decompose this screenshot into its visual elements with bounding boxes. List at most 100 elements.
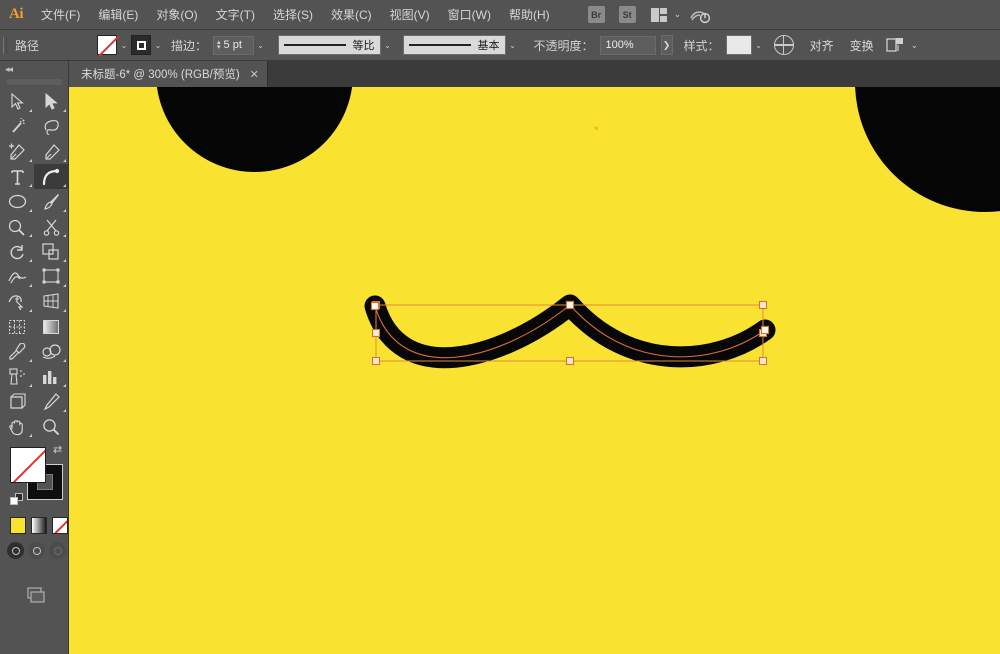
- width-profile-value: 等比: [353, 37, 375, 53]
- app-logo-icon: Ai: [0, 0, 32, 30]
- menu-help[interactable]: 帮助(H): [500, 0, 559, 30]
- stroke-weight-stepper[interactable]: ▴▾: [217, 40, 221, 50]
- smile-path-stroke[interactable]: [375, 305, 765, 358]
- stroke-chevron-down-icon[interactable]: ⌄: [151, 35, 165, 55]
- mesh-tool[interactable]: [0, 314, 34, 339]
- document-tab-bar: 未标题-6* @ 300% (RGB/预览) ✕: [69, 61, 1000, 87]
- column-graph-tool[interactable]: [34, 364, 68, 389]
- blend-tool[interactable]: [34, 339, 68, 364]
- default-fill-stroke-icon[interactable]: [10, 493, 24, 507]
- lasso-tool[interactable]: [34, 114, 68, 139]
- scale-tool[interactable]: [34, 239, 68, 264]
- arrange-documents-icon[interactable]: [651, 8, 668, 22]
- brush-definition-value: 基本: [478, 37, 500, 53]
- tools-panel-collapse-icon[interactable]: ◂◂: [0, 61, 68, 77]
- opacity-label: 不透明度：: [528, 37, 600, 54]
- tool-grid: [0, 89, 69, 439]
- paintbrush-tool[interactable]: [34, 189, 68, 214]
- tools-panel: ◂◂: [0, 61, 69, 654]
- add-anchor-point-tool[interactable]: [34, 139, 68, 164]
- symbol-sprayer-tool[interactable]: [0, 364, 34, 389]
- shaper-tool[interactable]: [0, 214, 34, 239]
- selection-context-label: 路径: [9, 37, 97, 54]
- brush-chevron-down-icon[interactable]: ⌄: [506, 35, 520, 55]
- control-bar-grip[interactable]: [0, 30, 9, 61]
- artboard-tool[interactable]: [0, 389, 34, 414]
- none-mode-button[interactable]: [52, 517, 68, 534]
- gradient-mode-button[interactable]: [31, 517, 47, 534]
- width-profile-preview-icon: [284, 44, 346, 46]
- opacity-more-options-button[interactable]: ❯: [661, 35, 673, 55]
- style-chevron-down-icon[interactable]: ⌄: [752, 35, 766, 55]
- eyedropper-tool[interactable]: [0, 339, 34, 364]
- graphic-style-swatch[interactable]: [726, 35, 752, 55]
- smile-path-selection: [69, 87, 1000, 654]
- stock-button[interactable]: St: [619, 6, 636, 23]
- direct-selection-tool[interactable]: [34, 89, 68, 114]
- stroke-color-swatch[interactable]: [131, 35, 151, 55]
- menu-window[interactable]: 窗口(W): [439, 0, 500, 30]
- perspective-grid-tool[interactable]: [34, 289, 68, 314]
- selection-tool[interactable]: [0, 89, 34, 114]
- control-bar: 路径 ⌄ ⌄ 描边： ▴▾ 5 pt ⌄ 等比 ⌄ 基本 ⌄ 不透明度： 100…: [0, 30, 1000, 61]
- gradient-tool[interactable]: [34, 314, 68, 339]
- document-setup-icon[interactable]: [886, 37, 905, 53]
- document-canvas[interactable]: ×: [69, 87, 1000, 654]
- fill-chevron-down-icon[interactable]: ⌄: [117, 35, 131, 55]
- creative-cloud-sync-icon[interactable]: [689, 4, 711, 26]
- screen-mode-full[interactable]: [49, 542, 66, 559]
- illustrator-window: Ai 文件(F) 编辑(E) 对象(O) 文字(T) 选择(S) 效果(C) 视…: [0, 0, 1000, 654]
- width-profile-chevron-down-icon[interactable]: ⌄: [381, 35, 395, 55]
- color-mode-button[interactable]: [10, 517, 26, 534]
- document-tab[interactable]: 未标题-6* @ 300% (RGB/预览) ✕: [69, 61, 268, 87]
- free-transform-tool[interactable]: [34, 264, 68, 289]
- hand-tool[interactable]: [0, 414, 34, 439]
- shape-builder-tool[interactable]: [0, 289, 34, 314]
- change-screen-mode-icon[interactable]: [20, 585, 48, 605]
- brush-preview-icon: [409, 44, 471, 46]
- brush-definition-select[interactable]: 基本: [403, 35, 506, 55]
- style-label: 样式：: [678, 37, 726, 54]
- curvature-tool[interactable]: [34, 164, 68, 189]
- bridge-button[interactable]: Br: [588, 6, 605, 23]
- screen-mode-buttons: [0, 534, 68, 559]
- zoom-tool[interactable]: [34, 414, 68, 439]
- menu-view[interactable]: 视图(V): [381, 0, 439, 30]
- menu-type[interactable]: 文字(T): [207, 0, 264, 30]
- scissors-tool[interactable]: [34, 214, 68, 239]
- tools-panel-drag-handle[interactable]: [7, 79, 62, 85]
- fill-stroke-controls: ⇄: [0, 445, 69, 511]
- transform-button[interactable]: 变换: [842, 37, 882, 54]
- ellipse-tool[interactable]: [0, 189, 34, 214]
- stroke-weight-chevron-down-icon[interactable]: ⌄: [254, 35, 268, 55]
- screen-mode-normal[interactable]: [7, 542, 24, 559]
- document-setup-chevron-down-icon[interactable]: ⌄: [911, 40, 919, 51]
- close-icon[interactable]: ✕: [250, 68, 259, 81]
- pen-tool[interactable]: [0, 139, 34, 164]
- menu-object[interactable]: 对象(O): [147, 0, 206, 30]
- opacity-input[interactable]: 100%: [600, 36, 656, 55]
- color-mode-buttons: [0, 511, 68, 534]
- fill-color-swatch[interactable]: [97, 35, 117, 55]
- recolor-artwork-icon[interactable]: [774, 35, 794, 55]
- rotate-tool[interactable]: [0, 239, 34, 264]
- type-tool[interactable]: [0, 164, 34, 189]
- menu-edit[interactable]: 编辑(E): [89, 0, 147, 30]
- menu-bar: Ai 文件(F) 编辑(E) 对象(O) 文字(T) 选择(S) 效果(C) 视…: [0, 0, 1000, 30]
- width-tool[interactable]: [0, 264, 34, 289]
- menu-file[interactable]: 文件(F): [32, 0, 89, 30]
- stroke-weight-input[interactable]: ▴▾ 5 pt: [213, 36, 254, 55]
- slice-tool[interactable]: [34, 389, 68, 414]
- stroke-weight-label: 描边：: [165, 37, 213, 54]
- screen-mode-fullmenu[interactable]: [28, 542, 45, 559]
- menu-effect[interactable]: 效果(C): [322, 0, 381, 30]
- document-tab-title: 未标题-6* @ 300% (RGB/预览): [81, 66, 240, 82]
- width-profile-select[interactable]: 等比: [278, 35, 381, 55]
- align-button[interactable]: 对齐: [802, 37, 842, 54]
- menu-select[interactable]: 选择(S): [264, 0, 322, 30]
- magic-wand-tool[interactable]: [0, 114, 34, 139]
- swap-fill-stroke-icon[interactable]: ⇄: [53, 445, 65, 457]
- fill-color-box[interactable]: [10, 447, 46, 483]
- stroke-weight-value: 5 pt: [224, 39, 250, 51]
- arrange-chevron-down-icon[interactable]: ⌄: [674, 9, 682, 20]
